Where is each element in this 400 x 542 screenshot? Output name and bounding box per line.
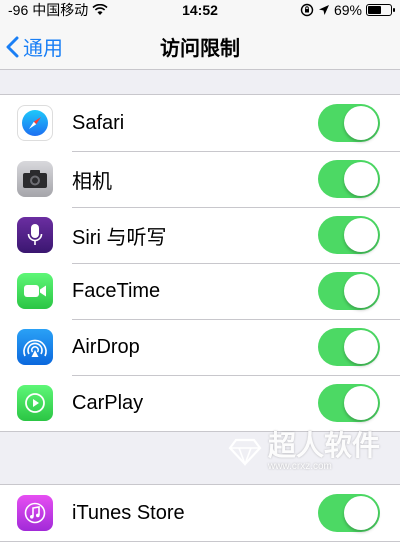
airdrop-toggle[interactable] <box>318 328 380 366</box>
location-icon <box>318 5 329 15</box>
safari-icon <box>17 105 53 141</box>
nav-bar: 通用 访问限制 <box>0 20 400 70</box>
row-label: iTunes Store <box>72 501 185 524</box>
camera-icon <box>17 161 53 197</box>
siri-icon <box>17 217 53 253</box>
airdrop-icon <box>17 329 53 365</box>
watermark: 超人软件 www.crxz.com <box>228 432 380 472</box>
camera-toggle[interactable] <box>318 160 380 198</box>
settings-row-itunes-store: iTunes Store <box>0 485 400 541</box>
status-right: 69% <box>300 2 395 18</box>
itunes-icon <box>17 495 53 531</box>
status-bar: -96 中国移动 14:52 69% <box>0 0 400 20</box>
toggle-knob <box>344 496 378 530</box>
carplay-toggle[interactable] <box>318 384 380 422</box>
watermark-text: 超人软件 www.crxz.com <box>268 432 380 472</box>
settings-row-safari: Safari <box>0 95 400 151</box>
safari-toggle[interactable] <box>318 104 380 142</box>
toggle-knob <box>344 218 378 252</box>
carrier-name: 中国移动 <box>32 2 89 18</box>
settings-row-siri: Siri 与听写 <box>0 207 400 263</box>
toggle-knob <box>344 162 378 196</box>
watermark-url: www.crxz.com <box>267 461 332 472</box>
row-label: CarPlay <box>72 391 144 414</box>
settings-row-carplay: CarPlay <box>0 375 400 431</box>
signal-strength: -96 <box>8 2 29 18</box>
carplay-icon <box>17 385 53 421</box>
battery-icon <box>366 4 395 16</box>
page-title: 访问限制 <box>160 38 240 60</box>
row-label: Siri 与听写 <box>72 226 167 249</box>
wifi-icon <box>92 4 108 15</box>
settings-group-store: iTunes Store <box>0 484 400 542</box>
settings-group-apps: Safari 相机 Siri 与听写 FaceTime AirDrop CarP… <box>0 94 400 432</box>
battery-percent: 69% <box>333 2 362 18</box>
orientation-lock-icon <box>300 3 314 17</box>
siri-toggle[interactable] <box>318 216 380 254</box>
row-label: 相机 <box>72 170 112 193</box>
row-label: Safari <box>72 111 125 134</box>
facetime-toggle[interactable] <box>318 272 380 310</box>
toggle-knob <box>344 106 378 140</box>
watermark-brand: 超人软件 <box>267 430 380 461</box>
battery-fill <box>368 6 382 14</box>
row-label: AirDrop <box>72 335 140 358</box>
itunes-store-toggle[interactable] <box>318 494 380 532</box>
settings-row-facetime: FaceTime <box>0 263 400 319</box>
diamond-logo-icon <box>228 438 262 466</box>
status-left: -96 中国移动 <box>8 0 108 20</box>
toggle-knob <box>344 330 378 364</box>
settings-row-camera: 相机 <box>0 151 400 207</box>
facetime-icon <box>17 273 53 309</box>
settings-row-airdrop: AirDrop <box>0 319 400 375</box>
row-label: FaceTime <box>72 279 161 302</box>
toggle-knob <box>344 386 378 420</box>
toggle-knob <box>344 274 378 308</box>
